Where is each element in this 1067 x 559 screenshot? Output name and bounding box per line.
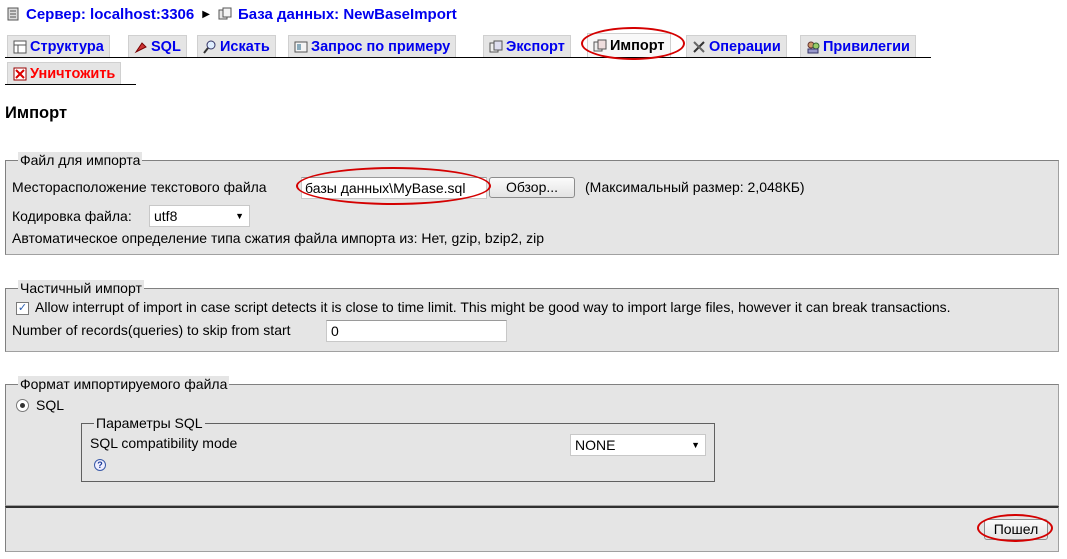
sql-compat-value: NONE [575,437,616,453]
privileges-icon [807,41,820,53]
tab-operations-label: Операции [709,38,781,55]
tab-privileges-label: Привилегии [823,38,910,55]
submit-bar [5,506,1059,552]
allow-interrupt-checkbox[interactable]: ✓ [16,302,29,315]
breadcrumb-server-link[interactable]: Сервер: localhost:3306 [26,6,194,23]
charset-label: Кодировка файла: [12,208,132,224]
tab-sql-label: SQL [151,38,181,55]
help-icon[interactable]: ? [94,459,106,471]
query-icon [294,41,308,52]
drop-icon [13,67,27,80]
search-icon [203,40,216,54]
tab-import[interactable]: Импорт [587,33,671,57]
format-sql-radio[interactable] [16,399,29,412]
skip-records-label: Number of records(queries) to skip from … [12,322,291,338]
browse-button[interactable]: Обзор... [489,177,575,198]
chevron-down-icon: ▼ [691,440,700,450]
database-icon [218,7,232,20]
server-icon [7,7,19,21]
max-size-note: (Максимальный размер: 2,048КБ) [585,179,805,195]
allow-interrupt-label: Allow interrupt of import in case script… [35,299,951,315]
structure-icon [13,40,27,53]
tab-divider-2 [5,84,136,85]
breadcrumb-database-link[interactable]: База данных: NewBaseImport [238,6,457,23]
import-file-legend: Файл для импорта [18,152,143,168]
tab-export-label: Экспорт [506,38,565,55]
tab-query[interactable]: Запрос по примеру [288,35,457,57]
sql-options-legend: Параметры SQL [94,415,205,431]
sql-icon [134,41,147,53]
export-icon [489,40,503,52]
tab-query-label: Запрос по примеру [311,38,451,55]
submit-button[interactable]: Пошел [984,519,1048,540]
tab-privileges[interactable]: Привилегии [800,35,916,57]
page-title: Импорт [5,104,68,122]
breadcrumb: Сервер: localhost:3306 ▶ База данных: Ne… [6,4,457,24]
sql-compat-label: SQL compatibility mode [90,435,238,451]
tab-structure-label: Структура [30,38,104,55]
import-icon [593,39,607,51]
tab-sql[interactable]: SQL [128,35,187,57]
charset-select[interactable]: utf8 ▼ [149,205,250,227]
tab-search[interactable]: Искать [197,35,276,57]
tab-export[interactable]: Экспорт [483,35,571,57]
tab-drop[interactable]: Уничтожить [7,62,122,84]
tab-divider [5,57,931,58]
breadcrumb-separator-icon: ▶ [202,8,210,20]
skip-records-input[interactable]: 0 [326,320,507,342]
compression-note: Автоматическое определение типа сжатия ф… [12,230,545,246]
chevron-down-icon: ▼ [235,211,244,221]
tab-drop-label: Уничтожить [30,65,116,82]
partial-import-legend: Частичный импорт [18,280,144,296]
format-sql-label: SQL [36,397,65,413]
format-legend: Формат импортируемого файла [18,376,230,392]
file-path-input[interactable]: базы данных\MyBase.sql [301,177,487,199]
charset-value: utf8 [154,208,178,224]
tab-import-label: Импорт [610,37,665,54]
tab-search-label: Искать [220,38,270,55]
file-location-label: Месторасположение текстового файла [12,179,267,195]
sql-compat-select[interactable]: NONE ▼ [570,434,706,456]
tab-structure[interactable]: Структура [7,35,110,57]
tab-operations[interactable]: Операции [686,35,787,57]
operations-icon [693,40,705,53]
